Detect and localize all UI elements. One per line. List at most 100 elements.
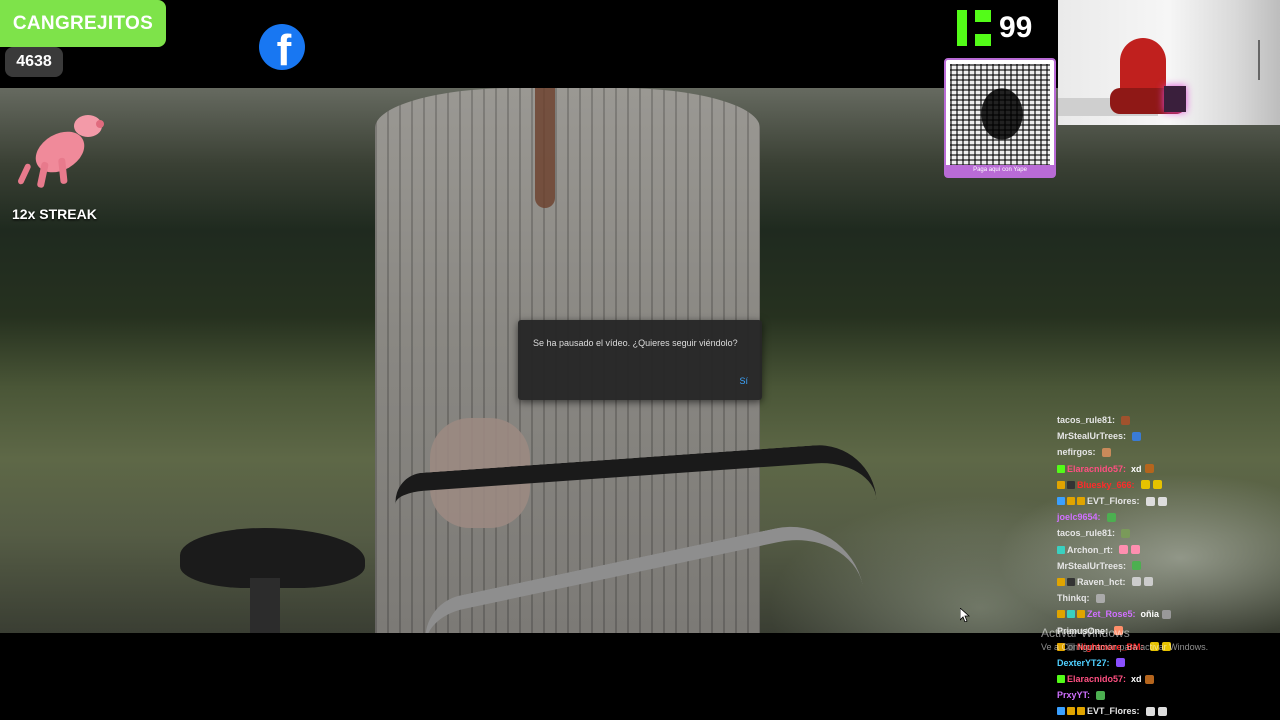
continue-watching-button[interactable]: Sí (739, 376, 748, 386)
kick-follower-widget: 99 (957, 10, 1032, 46)
video-bike-seatpost (250, 578, 280, 633)
chat-badge-icon (1067, 480, 1075, 489)
chat-message: tacos_rule81: (1057, 412, 1277, 428)
chat-username[interactable]: DexterYT27: (1057, 658, 1110, 668)
chat-username[interactable]: Archon_rt: (1067, 545, 1113, 555)
chat-emote-icon (1121, 528, 1131, 538)
chat-message: MrStealUrTrees: (1057, 428, 1277, 444)
chat-username[interactable]: MrStealUrTrees: (1057, 431, 1126, 441)
chat-emote-icon (1140, 480, 1150, 490)
chat-emote-icon (1162, 609, 1172, 619)
channel-brand-label: CANGREJITOS (0, 0, 166, 47)
chat-badge-icon (1077, 610, 1085, 619)
chat-emote-icon (1145, 706, 1155, 716)
chat-username[interactable]: PrxyYT: (1057, 690, 1090, 700)
chat-username[interactable]: EVT_Flores: (1087, 496, 1140, 506)
chat-message: tacos_rule81: (1057, 525, 1277, 541)
watermark-subtitle: Ve a Configuración para activar Windows. (1041, 642, 1209, 652)
chat-message: Raven_hct: (1057, 574, 1277, 590)
chat-emote-icon (1131, 545, 1141, 555)
pig-icon (17, 115, 104, 188)
chat-username[interactable]: tacos_rule81: (1057, 415, 1115, 425)
chat-emote-icon (1157, 496, 1167, 506)
chat-emote-icon (1131, 577, 1141, 587)
chat-username[interactable]: Elaracnido57: (1067, 464, 1126, 474)
webcam-plant (1258, 40, 1280, 80)
facebook-icon: f (259, 24, 305, 70)
chat-emote-icon (1132, 561, 1142, 571)
chat-message: Elaracnido57: xd (1057, 671, 1277, 687)
qr-caption: Paga aquí con Yape (946, 165, 1054, 176)
chat-emote-icon (1145, 496, 1155, 506)
chat-message: PrxyYT: (1057, 687, 1277, 703)
chat-emote-icon (1101, 447, 1111, 457)
chat-username[interactable]: Raven_hct: (1077, 577, 1126, 587)
chat-emote-icon (1096, 690, 1106, 700)
chat-message: joelc9654: (1057, 509, 1277, 525)
viewer-counter: 4638 (5, 47, 63, 77)
chat-badge-icon (1057, 675, 1065, 684)
chat-message: Bluesky_666: (1057, 477, 1277, 493)
chat-message: MrStealUrTrees: (1057, 558, 1277, 574)
chat-badge-icon (1057, 610, 1065, 619)
webcam-pc-case (1164, 86, 1186, 112)
chat-emote-icon (1152, 480, 1162, 490)
chat-message-text: xd (1131, 463, 1142, 474)
chat-message: Elaracnido57: xd (1057, 461, 1277, 477)
chat-message-text: xd (1131, 674, 1142, 685)
chat-message: Zet_Rose5: oñia (1057, 606, 1277, 622)
chat-emote-icon (1095, 593, 1105, 603)
chat-username[interactable]: MrStealUrTrees: (1057, 561, 1126, 571)
chat-username[interactable]: joelc9654: (1057, 512, 1101, 522)
chat-emote-icon (1144, 464, 1154, 474)
kick-logo-icon (957, 10, 991, 46)
chat-message: DexterYT27: (1057, 655, 1277, 671)
watermark-title: Activar Windows (1041, 626, 1130, 640)
chat-badge-icon (1067, 497, 1075, 506)
chat-username[interactable]: Zet_Rose5: (1087, 609, 1136, 619)
chat-badge-icon (1057, 545, 1065, 554)
chat-overlay: tacos_rule81: MrStealUrTrees: nefirgos: Ela… (1057, 412, 1277, 720)
chat-emote-icon (1106, 512, 1116, 522)
windows-activation-watermark: Activar Windows Ve a Configuración para … (1041, 626, 1208, 652)
yape-qr-card: Paga aquí con Yape (944, 58, 1056, 178)
chat-badge-icon (1067, 610, 1075, 619)
chat-emote-icon (1132, 431, 1142, 441)
chat-emote-icon (1143, 577, 1153, 587)
video-paused-dialog: Se ha pausado el vídeo. ¿Quieres seguir … (518, 320, 762, 400)
streamer-webcam (1058, 0, 1280, 125)
chat-message: Thinkq: (1057, 590, 1277, 606)
chat-message: EVT_Flores: (1057, 703, 1277, 719)
chat-username[interactable]: Elaracnido57: (1067, 674, 1126, 684)
chat-badge-icon (1057, 577, 1065, 586)
streak-label: 12x STREAK (12, 206, 97, 222)
kick-follower-count: 99 (999, 11, 1033, 44)
chat-emote-icon (1157, 706, 1167, 716)
chat-username[interactable]: tacos_rule81: (1057, 528, 1115, 538)
chat-message: nefirgos: (1057, 444, 1277, 460)
chat-emote-icon (1115, 658, 1125, 668)
chat-badge-icon (1057, 497, 1065, 506)
chat-badge-icon (1057, 464, 1065, 473)
chat-badge-icon (1057, 707, 1065, 716)
chat-username[interactable]: Bluesky_666: (1077, 480, 1135, 490)
chat-badge-icon (1077, 707, 1085, 716)
video-person-hair (535, 88, 555, 208)
chat-badge-icon (1077, 497, 1085, 506)
mouse-cursor-icon (960, 608, 970, 622)
qr-code-image (950, 64, 1050, 166)
chat-username[interactable]: EVT_Flores: (1087, 706, 1140, 716)
chat-badge-icon (1067, 707, 1075, 716)
chat-message-text: oñia (1140, 609, 1160, 620)
chat-badge-icon (1067, 577, 1075, 586)
chat-message: EVT_Flores: (1057, 493, 1277, 509)
chat-message: Archon_rt: (1057, 542, 1277, 558)
chat-badge-icon (1057, 480, 1065, 489)
chat-username[interactable]: Thinkq: (1057, 593, 1090, 603)
facebook-letter: f (276, 26, 292, 71)
chat-emote-icon (1121, 415, 1131, 425)
dialog-message: Se ha pausado el vídeo. ¿Quieres seguir … (533, 338, 738, 348)
chat-emote-icon (1119, 545, 1129, 555)
chat-emote-icon (1144, 674, 1154, 684)
chat-username[interactable]: nefirgos: (1057, 447, 1096, 457)
